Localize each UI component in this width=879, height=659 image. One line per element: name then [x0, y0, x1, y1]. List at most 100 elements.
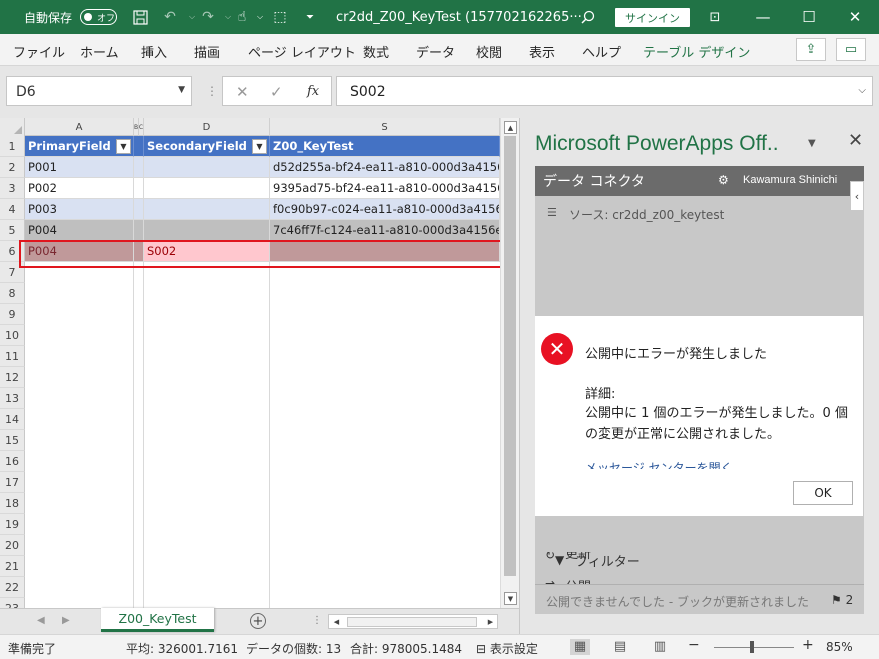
- formula-input[interactable]: S002 ⌵: [336, 76, 873, 106]
- scroll-thumb[interactable]: [347, 617, 477, 627]
- close-button[interactable]: ✕: [832, 0, 878, 34]
- save-icon[interactable]: [130, 0, 150, 34]
- filter-dropdown-icon[interactable]: ▼: [252, 139, 267, 154]
- touch-mode-icon[interactable]: ☝: [232, 0, 252, 34]
- sheet-tab[interactable]: Z00_KeyTest: [101, 608, 214, 632]
- tab-view[interactable]: 表示: [529, 42, 555, 61]
- chevron-left-icon[interactable]: ‹: [850, 181, 864, 211]
- col-header-s[interactable]: S: [270, 118, 500, 136]
- select-icon[interactable]: ⬚: [270, 0, 290, 34]
- name-box[interactable]: D6 ▼: [6, 76, 192, 106]
- table-header-cell[interactable]: PrimaryField ▼: [25, 136, 134, 157]
- row-header[interactable]: 23: [0, 598, 25, 608]
- row-header[interactable]: 2: [0, 157, 25, 178]
- table-cell[interactable]: 9395ad75-bf24-ea11-a810-000d3a4156: [270, 178, 500, 199]
- select-all[interactable]: [0, 118, 25, 136]
- table-cell[interactable]: [144, 220, 270, 241]
- table-cell[interactable]: [134, 199, 144, 220]
- row-header[interactable]: 22: [0, 577, 25, 598]
- row-header[interactable]: 9: [0, 304, 25, 325]
- message-center-link[interactable]: メッセージ センターを開く: [585, 459, 733, 469]
- row-header[interactable]: 20: [0, 535, 25, 556]
- ok-button[interactable]: OK: [793, 481, 853, 505]
- table-cell[interactable]: P002: [25, 178, 134, 199]
- average-value[interactable]: 平均: 326001.7161: [126, 640, 238, 657]
- row-header[interactable]: 12: [0, 367, 25, 388]
- table-cell[interactable]: P001: [25, 157, 134, 178]
- tab-file[interactable]: ファイル: [13, 42, 65, 61]
- touch-dropdown-icon[interactable]: ⌵: [250, 0, 270, 34]
- tab-insert[interactable]: 挿入: [141, 42, 167, 61]
- flag-count[interactable]: ⚑ 2: [831, 593, 853, 607]
- tab-help[interactable]: ヘルプ: [582, 42, 621, 61]
- add-sheet-button[interactable]: +: [250, 613, 266, 629]
- sum-value[interactable]: 合計: 978005.1484: [350, 640, 462, 657]
- zoom-level[interactable]: 85%: [826, 640, 853, 654]
- close-icon[interactable]: ✕: [848, 130, 863, 151]
- row-header[interactable]: 1: [0, 136, 25, 157]
- tab-draw[interactable]: 描画: [194, 42, 220, 61]
- insert-function-icon[interactable]: fx: [307, 84, 319, 99]
- signin-button[interactable]: サインイン: [615, 8, 690, 27]
- vertical-scrollbar[interactable]: ▲ ▼: [500, 118, 519, 608]
- pane-options-icon[interactable]: ▼: [808, 138, 816, 149]
- table-cell[interactable]: [134, 157, 144, 178]
- zoom-out-icon[interactable]: −: [688, 637, 700, 653]
- tab-page-layout[interactable]: ページ レイアウト: [248, 42, 356, 61]
- customize-qat-icon[interactable]: ⏷: [300, 0, 320, 34]
- tab-review[interactable]: 校閲: [476, 42, 502, 61]
- table-cell[interactable]: [134, 220, 144, 241]
- normal-view-icon[interactable]: ▦: [570, 639, 590, 655]
- page-break-view-icon[interactable]: ▥: [650, 639, 670, 655]
- row-header[interactable]: 16: [0, 451, 25, 472]
- table-header-cell[interactable]: SecondaryField ▼: [144, 136, 270, 157]
- table-cell[interactable]: d52d255a-bf24-ea11-a810-000d3a4156: [270, 157, 500, 178]
- filter-dropdown-icon[interactable]: ▼: [116, 139, 131, 154]
- col-header-a[interactable]: A: [25, 118, 134, 136]
- comments-icon[interactable]: ▭: [836, 38, 866, 61]
- ribbon-display-icon[interactable]: ⊡: [692, 0, 738, 34]
- row-header[interactable]: 17: [0, 472, 25, 493]
- row-header[interactable]: 21: [0, 556, 25, 577]
- row-header[interactable]: 10: [0, 325, 25, 346]
- row-header[interactable]: 4: [0, 199, 25, 220]
- tab-data[interactable]: データ: [416, 42, 455, 61]
- expand-formula-icon[interactable]: ⌵: [858, 85, 866, 96]
- col-header-d[interactable]: D: [144, 118, 270, 136]
- scroll-left-icon[interactable]: ◀: [330, 615, 343, 628]
- row-header[interactable]: 18: [0, 493, 25, 514]
- row-header[interactable]: 8: [0, 283, 25, 304]
- zoom-in-icon[interactable]: +: [802, 637, 814, 653]
- row-header[interactable]: 15: [0, 430, 25, 451]
- minimize-button[interactable]: —: [740, 0, 786, 34]
- display-settings[interactable]: ⊟ 表示設定: [476, 640, 538, 657]
- row-header[interactable]: 5: [0, 220, 25, 241]
- table-cell[interactable]: P003: [25, 199, 134, 220]
- scroll-right-icon[interactable]: ▶: [484, 615, 497, 628]
- row-header[interactable]: 14: [0, 409, 25, 430]
- table-cell[interactable]: P004: [25, 220, 134, 241]
- table-header-cell[interactable]: Z00_KeyTest: [270, 136, 500, 157]
- table-cell[interactable]: f0c90b97-c024-ea11-a810-000d3a4156: [270, 199, 500, 220]
- worksheet-grid[interactable]: A B C D S 1 PrimaryField ▼ SecondaryFiel…: [0, 118, 519, 608]
- tab-formulas[interactable]: 数式: [363, 42, 389, 61]
- row-header[interactable]: 13: [0, 388, 25, 409]
- table-cell[interactable]: [144, 199, 270, 220]
- table-header-cell[interactable]: [134, 136, 144, 157]
- gear-icon[interactable]: ⚙: [718, 173, 729, 187]
- tab-home[interactable]: ホーム: [80, 42, 119, 61]
- table-cell[interactable]: 7c46ff7f-c124-ea11-a810-000d3a4156e: [270, 220, 500, 241]
- share-icon[interactable]: ⇪: [796, 38, 826, 61]
- scroll-up-icon[interactable]: ▲: [504, 121, 517, 134]
- table-cell[interactable]: [144, 178, 270, 199]
- page-layout-view-icon[interactable]: ▤: [610, 639, 630, 655]
- autosave-toggle[interactable]: オフ: [80, 9, 117, 25]
- redo-icon[interactable]: ↷: [198, 0, 218, 34]
- chevron-down-icon[interactable]: ▼: [178, 85, 185, 95]
- tab-table-design[interactable]: テーブル デザイン: [643, 42, 750, 61]
- scroll-down-icon[interactable]: ▼: [504, 592, 517, 605]
- cancel-icon[interactable]: ✕: [236, 83, 249, 101]
- prev-sheet-icon[interactable]: ◀: [37, 615, 45, 626]
- filter-item[interactable]: ▼ フィルター: [555, 549, 640, 571]
- maximize-button[interactable]: ☐: [786, 0, 832, 34]
